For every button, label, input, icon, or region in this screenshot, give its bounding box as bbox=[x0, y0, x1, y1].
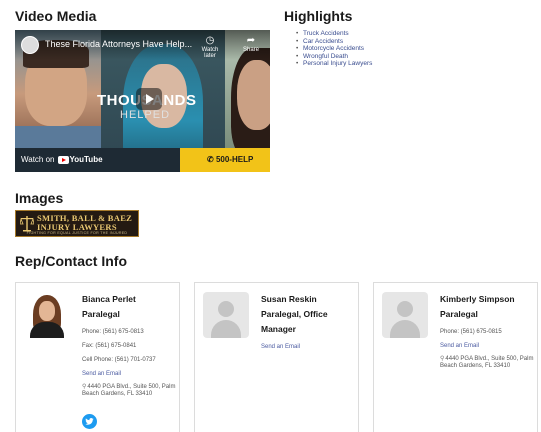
address-text: 4440 PGA Blvd., Suite 500, Palm Beach Ga… bbox=[82, 384, 176, 397]
video-title[interactable]: These Florida Attorneys Have Help... bbox=[45, 39, 192, 49]
highlight-item[interactable]: Car Accidents bbox=[296, 38, 372, 46]
highlight-item[interactable]: Motorcycle Accidents bbox=[296, 45, 372, 53]
watch-later-label: Watch later bbox=[201, 47, 219, 59]
contact-phone[interactable]: Phone: (561) 675-0815 bbox=[440, 329, 502, 335]
youtube-label: YouTube bbox=[69, 155, 103, 164]
share-button[interactable]: ➦ Share bbox=[236, 35, 266, 53]
share-arrow-icon: ➦ bbox=[246, 35, 256, 46]
channel-avatar[interactable] bbox=[21, 36, 39, 54]
contact-phone[interactable]: Phone: (561) 675-0813 bbox=[82, 329, 144, 335]
watch-on-label: Watch on bbox=[21, 155, 55, 164]
map-pin-icon: ⚲ bbox=[82, 384, 87, 390]
contact-address: ⚲4440 PGA Blvd., Suite 500, Palm Beach G… bbox=[82, 384, 178, 398]
send-email-link[interactable]: Send an Email bbox=[440, 343, 479, 349]
watch-later-button[interactable]: ◷ Watch later bbox=[195, 35, 225, 59]
youtube-logo-icon bbox=[57, 155, 69, 164]
highlights-list: Truck Accidents Car Accidents Motorcycle… bbox=[296, 30, 372, 68]
video-subheadline: HELPED bbox=[120, 109, 171, 121]
contact-card: Susan Reskin Paralegal, Office Manager S… bbox=[194, 282, 359, 432]
avatar-placeholder bbox=[382, 292, 428, 338]
contact-name: Kimberly Simpson bbox=[440, 294, 515, 304]
contact-cell-phone[interactable]: Cell Phone: (561) 701-0737 bbox=[82, 357, 156, 363]
contact-fax: Fax: (561) 675-0841 bbox=[82, 343, 137, 349]
phone-cta: ✆ 500-HELP bbox=[207, 155, 253, 164]
twitter-bird-icon bbox=[85, 418, 94, 425]
contact-info-heading: Rep/Contact Info bbox=[15, 253, 127, 269]
firm-logo-image[interactable]: SMITH, BALL & BAEZ INJURY LAWYERS FIGHTI… bbox=[15, 210, 139, 237]
logo-tagline: FIGHTING FOR EQUAL JUSTICE FOR THE INJUR… bbox=[26, 231, 128, 235]
highlight-item[interactable]: Personal Injury Lawyers bbox=[296, 60, 372, 68]
contact-title: Paralegal bbox=[82, 309, 120, 319]
images-heading: Images bbox=[15, 190, 64, 206]
contact-name: Susan Reskin bbox=[261, 294, 317, 304]
avatar bbox=[24, 292, 70, 338]
video-player[interactable]: These Florida Attorneys Have Help... ◷ W… bbox=[15, 30, 270, 172]
watch-on-youtube-link[interactable]: Watch on YouTube bbox=[21, 155, 103, 164]
address-text: 4440 PGA Blvd., Suite 500, Palm Beach Ga… bbox=[440, 356, 534, 369]
highlights-heading: Highlights bbox=[284, 8, 353, 24]
contact-title: Paralegal bbox=[440, 309, 478, 319]
contact-card: Kimberly Simpson Paralegal Phone: (561) … bbox=[373, 282, 538, 432]
highlight-item[interactable]: Wrongful Death bbox=[296, 53, 372, 61]
share-label: Share bbox=[242, 47, 259, 53]
highlight-item[interactable]: Truck Accidents bbox=[296, 30, 372, 38]
clock-icon: ◷ bbox=[205, 35, 215, 46]
avatar-placeholder bbox=[203, 292, 249, 338]
twitter-button[interactable] bbox=[82, 414, 97, 429]
send-email-link[interactable]: Send an Email bbox=[82, 371, 121, 377]
send-email-link[interactable]: Send an Email bbox=[261, 344, 300, 350]
play-icon[interactable] bbox=[136, 88, 162, 110]
phone-icon: ✆ bbox=[207, 155, 214, 164]
scales-of-justice-icon bbox=[20, 216, 34, 232]
contact-title: Paralegal, Office Manager bbox=[261, 309, 328, 334]
contact-name: Bianca Perlet bbox=[82, 294, 136, 304]
phone-cta-label: 500-HELP bbox=[215, 155, 254, 164]
contact-address: ⚲4440 PGA Blvd., Suite 500, Palm Beach G… bbox=[440, 356, 536, 370]
map-pin-icon: ⚲ bbox=[440, 356, 445, 362]
contact-card: Bianca Perlet Paralegal Phone: (561) 675… bbox=[15, 282, 180, 432]
video-footer: Watch on YouTube ✆ 500-HELP bbox=[15, 148, 270, 172]
video-media-heading: Video Media bbox=[15, 8, 97, 24]
